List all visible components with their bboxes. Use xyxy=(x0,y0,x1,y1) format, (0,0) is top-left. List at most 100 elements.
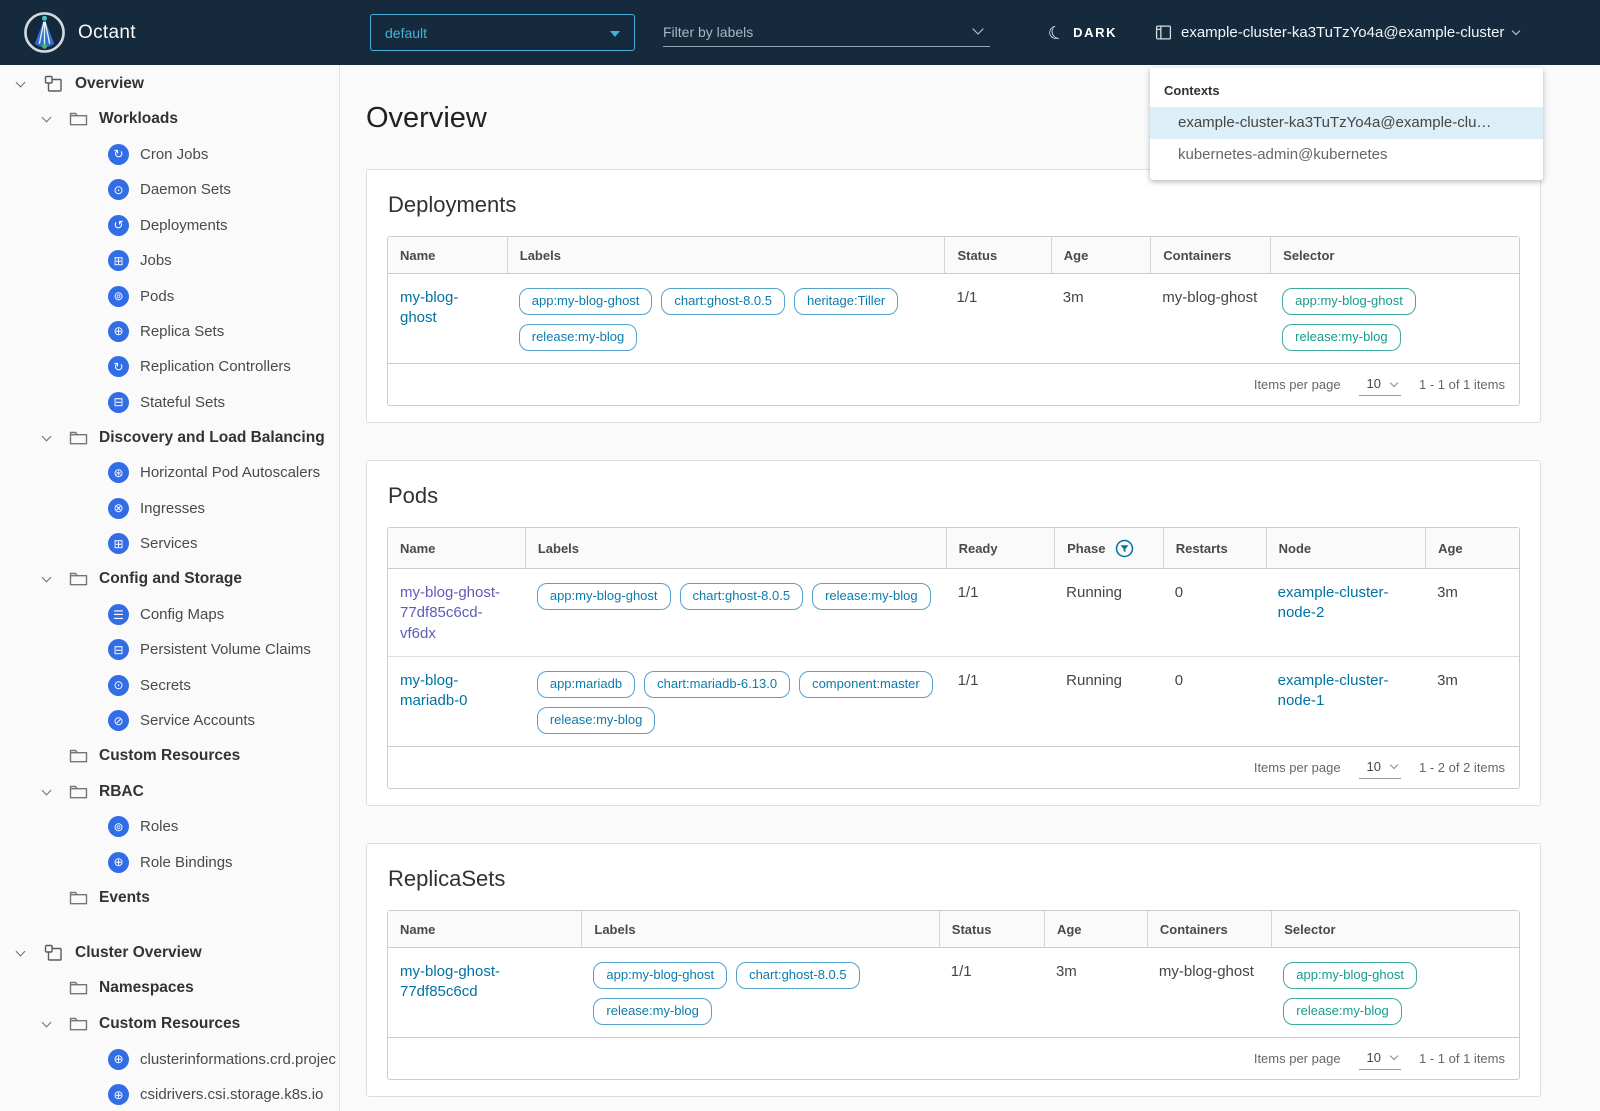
pagination-range: 1 - 2 of 2 items xyxy=(1419,759,1505,775)
sidebar-item-label: Horizontal Pod Autoscalers xyxy=(140,464,321,482)
column-header-label: Status xyxy=(951,921,992,937)
sidebar-item-csidrivers-csi-storage-k8s-io[interactable]: ⊕ csidrivers.csi.storage.k8s.io xyxy=(0,1077,339,1111)
namespace-select[interactable]: default xyxy=(370,14,635,51)
sidebar-item-custom-resources[interactable]: Custom Resources xyxy=(0,738,339,773)
sidebar-item-service-accounts[interactable]: ⊘ Service Accounts xyxy=(0,703,339,738)
sidebar-item-label: Custom Resources xyxy=(99,747,241,765)
sidebar-item-roles[interactable]: ⊚ Roles xyxy=(0,809,339,844)
cell-labels: app:my-blog-ghost chart:ghost-8.0.5 herita… xyxy=(507,274,945,363)
context-selector[interactable]: example-cluster-ka3TuTzYo4a@example-clus… xyxy=(1155,0,1521,65)
column-header-labels: Labels xyxy=(506,237,945,274)
resource-link[interactable]: my-blog-mariadb-0 xyxy=(400,672,468,709)
sidebar-item-cron-jobs[interactable]: ↻ Cron Jobs xyxy=(0,137,339,172)
page-size-select[interactable]: 10 xyxy=(1358,373,1402,396)
sidebar-item-replica-sets[interactable]: ⊕ Replica Sets xyxy=(0,314,339,349)
chevron-down-icon[interactable] xyxy=(38,572,54,583)
sidebar-item-label: csidrivers.csi.storage.k8s.io xyxy=(140,1086,324,1104)
card-title: ReplicaSets xyxy=(388,865,506,891)
cell-selector: app:my-blog-ghost release:my-blog xyxy=(1270,274,1519,363)
sidebar-item-discovery-and-load-balancing[interactable]: Discovery and Load Balancing xyxy=(0,420,339,455)
sidebar-item-ingresses[interactable]: ⊗ Ingresses xyxy=(0,491,339,526)
sidebar-item-config-and-storage[interactable]: Config and Storage xyxy=(0,561,339,596)
sidebar-item-workloads[interactable]: Workloads xyxy=(0,101,339,136)
table-row: my-blog-ghost-77df85c6cd-vf6dx app:my-blo… xyxy=(388,569,1519,657)
sidebar-item-config-maps[interactable]: ☰ Config Maps xyxy=(0,597,339,632)
chevron-down-icon[interactable] xyxy=(972,23,984,35)
datagrid-footer: Items per page 10 1 - 2 of 2 items xyxy=(388,745,1519,788)
sidebar-item-custom-resources[interactable]: Custom Resources xyxy=(0,1006,339,1041)
sidebar-item-events[interactable]: Events xyxy=(0,880,339,915)
items-per-page-label: Items per page xyxy=(1253,1050,1341,1066)
octant-logo-icon xyxy=(24,12,65,53)
filter-icon[interactable] xyxy=(1115,539,1134,558)
cell-labels: app:mariadb chart:mariadb-6.13.0 component… xyxy=(525,657,946,746)
chevron-down-icon[interactable] xyxy=(38,785,54,795)
sidebar-item-pods[interactable]: ⊚ Pods xyxy=(0,278,339,313)
sidebar-item-overview[interactable]: Overview xyxy=(0,66,339,101)
folder-icon xyxy=(69,748,88,764)
page-size-select[interactable]: 10 xyxy=(1358,756,1402,779)
sidebar-item-label: Daemon Sets xyxy=(140,181,231,199)
folder-icon xyxy=(69,980,88,996)
sidebar-item-replication-controllers[interactable]: ↻ Replication Controllers xyxy=(0,349,339,384)
sidebar-item-deployments[interactable]: ↺ Deployments xyxy=(0,208,339,243)
sidebar-section-gap xyxy=(0,915,339,935)
data-table: Name Labels Ready Phase Restarts Node Age my-bl… xyxy=(388,528,1519,746)
sidebar-item-daemon-sets[interactable]: ⊙ Daemon Sets xyxy=(0,172,339,207)
sidebar-item-jobs[interactable]: ⊞ Jobs xyxy=(0,243,339,278)
sidebar-item-label: Replica Sets xyxy=(140,322,225,340)
resource-link[interactable]: example-cluster-node-2 xyxy=(1278,584,1389,621)
deployments-icon: ↺ xyxy=(108,214,129,236)
label-pill: release:my-blog xyxy=(812,583,931,610)
filter-by-labels-input[interactable]: Filter by labels xyxy=(663,17,990,47)
datagrid: Name Labels Ready Phase Restarts Node Age my-bl… xyxy=(387,527,1520,789)
sidebar-item-cluster-overview[interactable]: Cluster Overview xyxy=(0,935,339,970)
resource-link[interactable]: example-cluster-node-1 xyxy=(1278,672,1389,709)
column-header-status: Status xyxy=(938,910,1044,948)
sidebar-item-clusterinformations-crd-projec[interactable]: ⊕ clusterinformations.crd.projec xyxy=(0,1042,339,1077)
resource-link[interactable]: my-blog-ghost-77df85c6cd xyxy=(400,963,500,1000)
top-navbar: Octant default Filter by labels ☾ DARK e… xyxy=(0,0,1600,65)
cell-age: 3m xyxy=(1055,962,1077,980)
label-pill: release:my-blog xyxy=(593,997,712,1025)
replica-sets-icon: ⊕ xyxy=(108,320,129,342)
label-pill: chart:ghost-8.0.5 xyxy=(679,583,804,610)
sidebar-item-stateful-sets[interactable]: ⊟ Stateful Sets xyxy=(0,385,339,420)
selector-pill: app:my-blog-ghost xyxy=(1282,288,1416,315)
column-header-name: Name xyxy=(388,237,507,274)
items-per-page-label: Items per page xyxy=(1253,377,1341,392)
chevron-down-icon[interactable] xyxy=(38,431,54,442)
sidebar-item-namespaces[interactable]: Namespaces xyxy=(0,971,339,1006)
sidebar-item-label: Workloads xyxy=(99,110,178,128)
sidebar-item-secrets[interactable]: ⊙ Secrets xyxy=(0,668,339,703)
cell-phase: Running xyxy=(1054,569,1163,657)
sidebar-item-rbac[interactable]: RBAC xyxy=(0,774,339,809)
cell-status: 1/1 xyxy=(956,289,978,306)
chevron-down-icon[interactable] xyxy=(38,1017,54,1028)
contexts-dropdown: Contexts example-cluster-ka3TuTzYo4a@exa… xyxy=(1150,68,1543,180)
context-menu-item[interactable]: example-cluster-ka3TuTzYo4a@example-clu… xyxy=(1150,107,1543,139)
roles-icon: ⊚ xyxy=(108,816,129,838)
folder-icon xyxy=(69,1016,88,1032)
context-menu-item[interactable]: kubernetes-admin@kubernetes xyxy=(1150,139,1543,171)
sidebar-item-role-bindings[interactable]: ⊕ Role Bindings xyxy=(0,845,339,880)
column-header-label: Containers xyxy=(1163,248,1232,263)
label-pill: app:mariadb xyxy=(536,670,636,698)
cell-name: my-blog-ghost-77df85c6cd xyxy=(388,948,581,1037)
sidebar-item-horizontal-pod-autoscalers[interactable]: ⊛ Horizontal Pod Autoscalers xyxy=(0,455,339,490)
sidebar-item-label: Events xyxy=(99,888,150,906)
chevron-down-icon[interactable] xyxy=(38,112,54,123)
chevron-down-icon[interactable] xyxy=(12,946,28,957)
theme-toggle-label: DARK xyxy=(1073,25,1118,40)
chevron-down-icon[interactable] xyxy=(12,77,28,88)
resource-link[interactable]: my-blog-ghost xyxy=(400,289,458,326)
sidebar-item-label: Config and Storage xyxy=(99,570,242,588)
page-size-select[interactable]: 10 xyxy=(1358,1047,1402,1070)
folder-icon xyxy=(69,784,88,800)
resource-link[interactable]: my-blog-ghost-77df85c6cd-vf6dx xyxy=(400,584,500,642)
sidebar-item-services[interactable]: ⊞ Services xyxy=(0,526,339,561)
sidebar-item-persistent-volume-claims[interactable]: ⊟ Persistent Volume Claims xyxy=(0,632,339,667)
cell-ready: 1/1 xyxy=(957,671,979,689)
datagrid: Name Labels Status Age Containers Selector my-… xyxy=(387,236,1520,406)
theme-toggle[interactable]: ☾ DARK xyxy=(1045,0,1118,65)
